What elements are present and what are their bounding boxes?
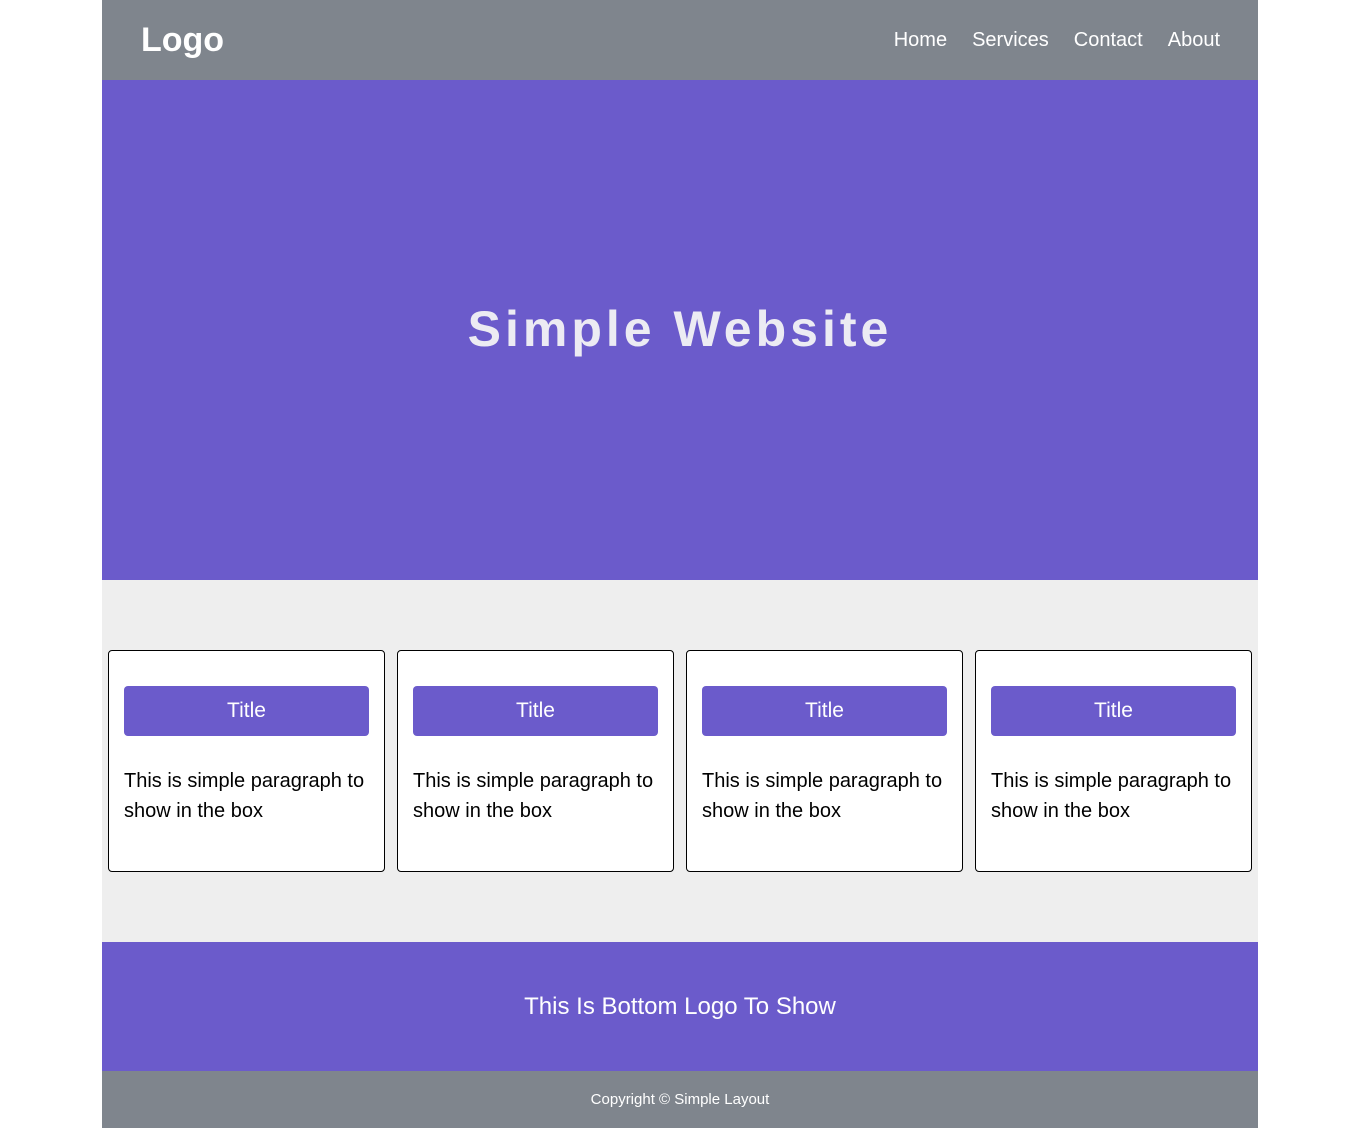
- hero-banner: Simple Website: [102, 80, 1258, 580]
- main-nav: Home Services Contact About: [894, 29, 1220, 52]
- nav-about-link[interactable]: About: [1168, 29, 1220, 52]
- card-text: This is simple paragraph to show in the …: [124, 770, 365, 822]
- nav-services-link[interactable]: Services: [972, 29, 1049, 52]
- card-title: Title: [702, 686, 947, 736]
- card-list: Title This is simple paragraph to show i…: [108, 650, 1252, 872]
- site-logo[interactable]: Logo: [141, 21, 224, 60]
- nav-home-link[interactable]: Home: [894, 29, 947, 52]
- site-header: Logo Home Services Contact About: [102, 0, 1258, 80]
- bottom-logo-text: This Is Bottom Logo To Show: [524, 992, 836, 1020]
- copyright-text: Copyright © Simple Layout: [590, 1091, 770, 1108]
- card-title: Title: [124, 686, 369, 736]
- feature-card: Title This is simple paragraph to show i…: [686, 650, 963, 872]
- card-text: This is simple paragraph to show in the …: [991, 770, 1232, 822]
- nav-contact-link[interactable]: Contact: [1074, 29, 1143, 52]
- hero-title: Simple Website: [467, 301, 893, 357]
- card-title: Title: [413, 686, 658, 736]
- feature-card: Title This is simple paragraph to show i…: [397, 650, 674, 872]
- feature-card: Title This is simple paragraph to show i…: [108, 650, 385, 872]
- site-footer: Copyright © Simple Layout: [102, 1071, 1258, 1128]
- card-text: This is simple paragraph to show in the …: [702, 770, 943, 822]
- bottom-logo-banner: This Is Bottom Logo To Show: [102, 942, 1258, 1071]
- page: Logo Home Services Contact About Simple …: [102, 0, 1258, 1128]
- card-text: This is simple paragraph to show in the …: [413, 770, 654, 822]
- features-section: Title This is simple paragraph to show i…: [102, 580, 1258, 942]
- feature-card: Title This is simple paragraph to show i…: [975, 650, 1252, 872]
- card-title: Title: [991, 686, 1236, 736]
